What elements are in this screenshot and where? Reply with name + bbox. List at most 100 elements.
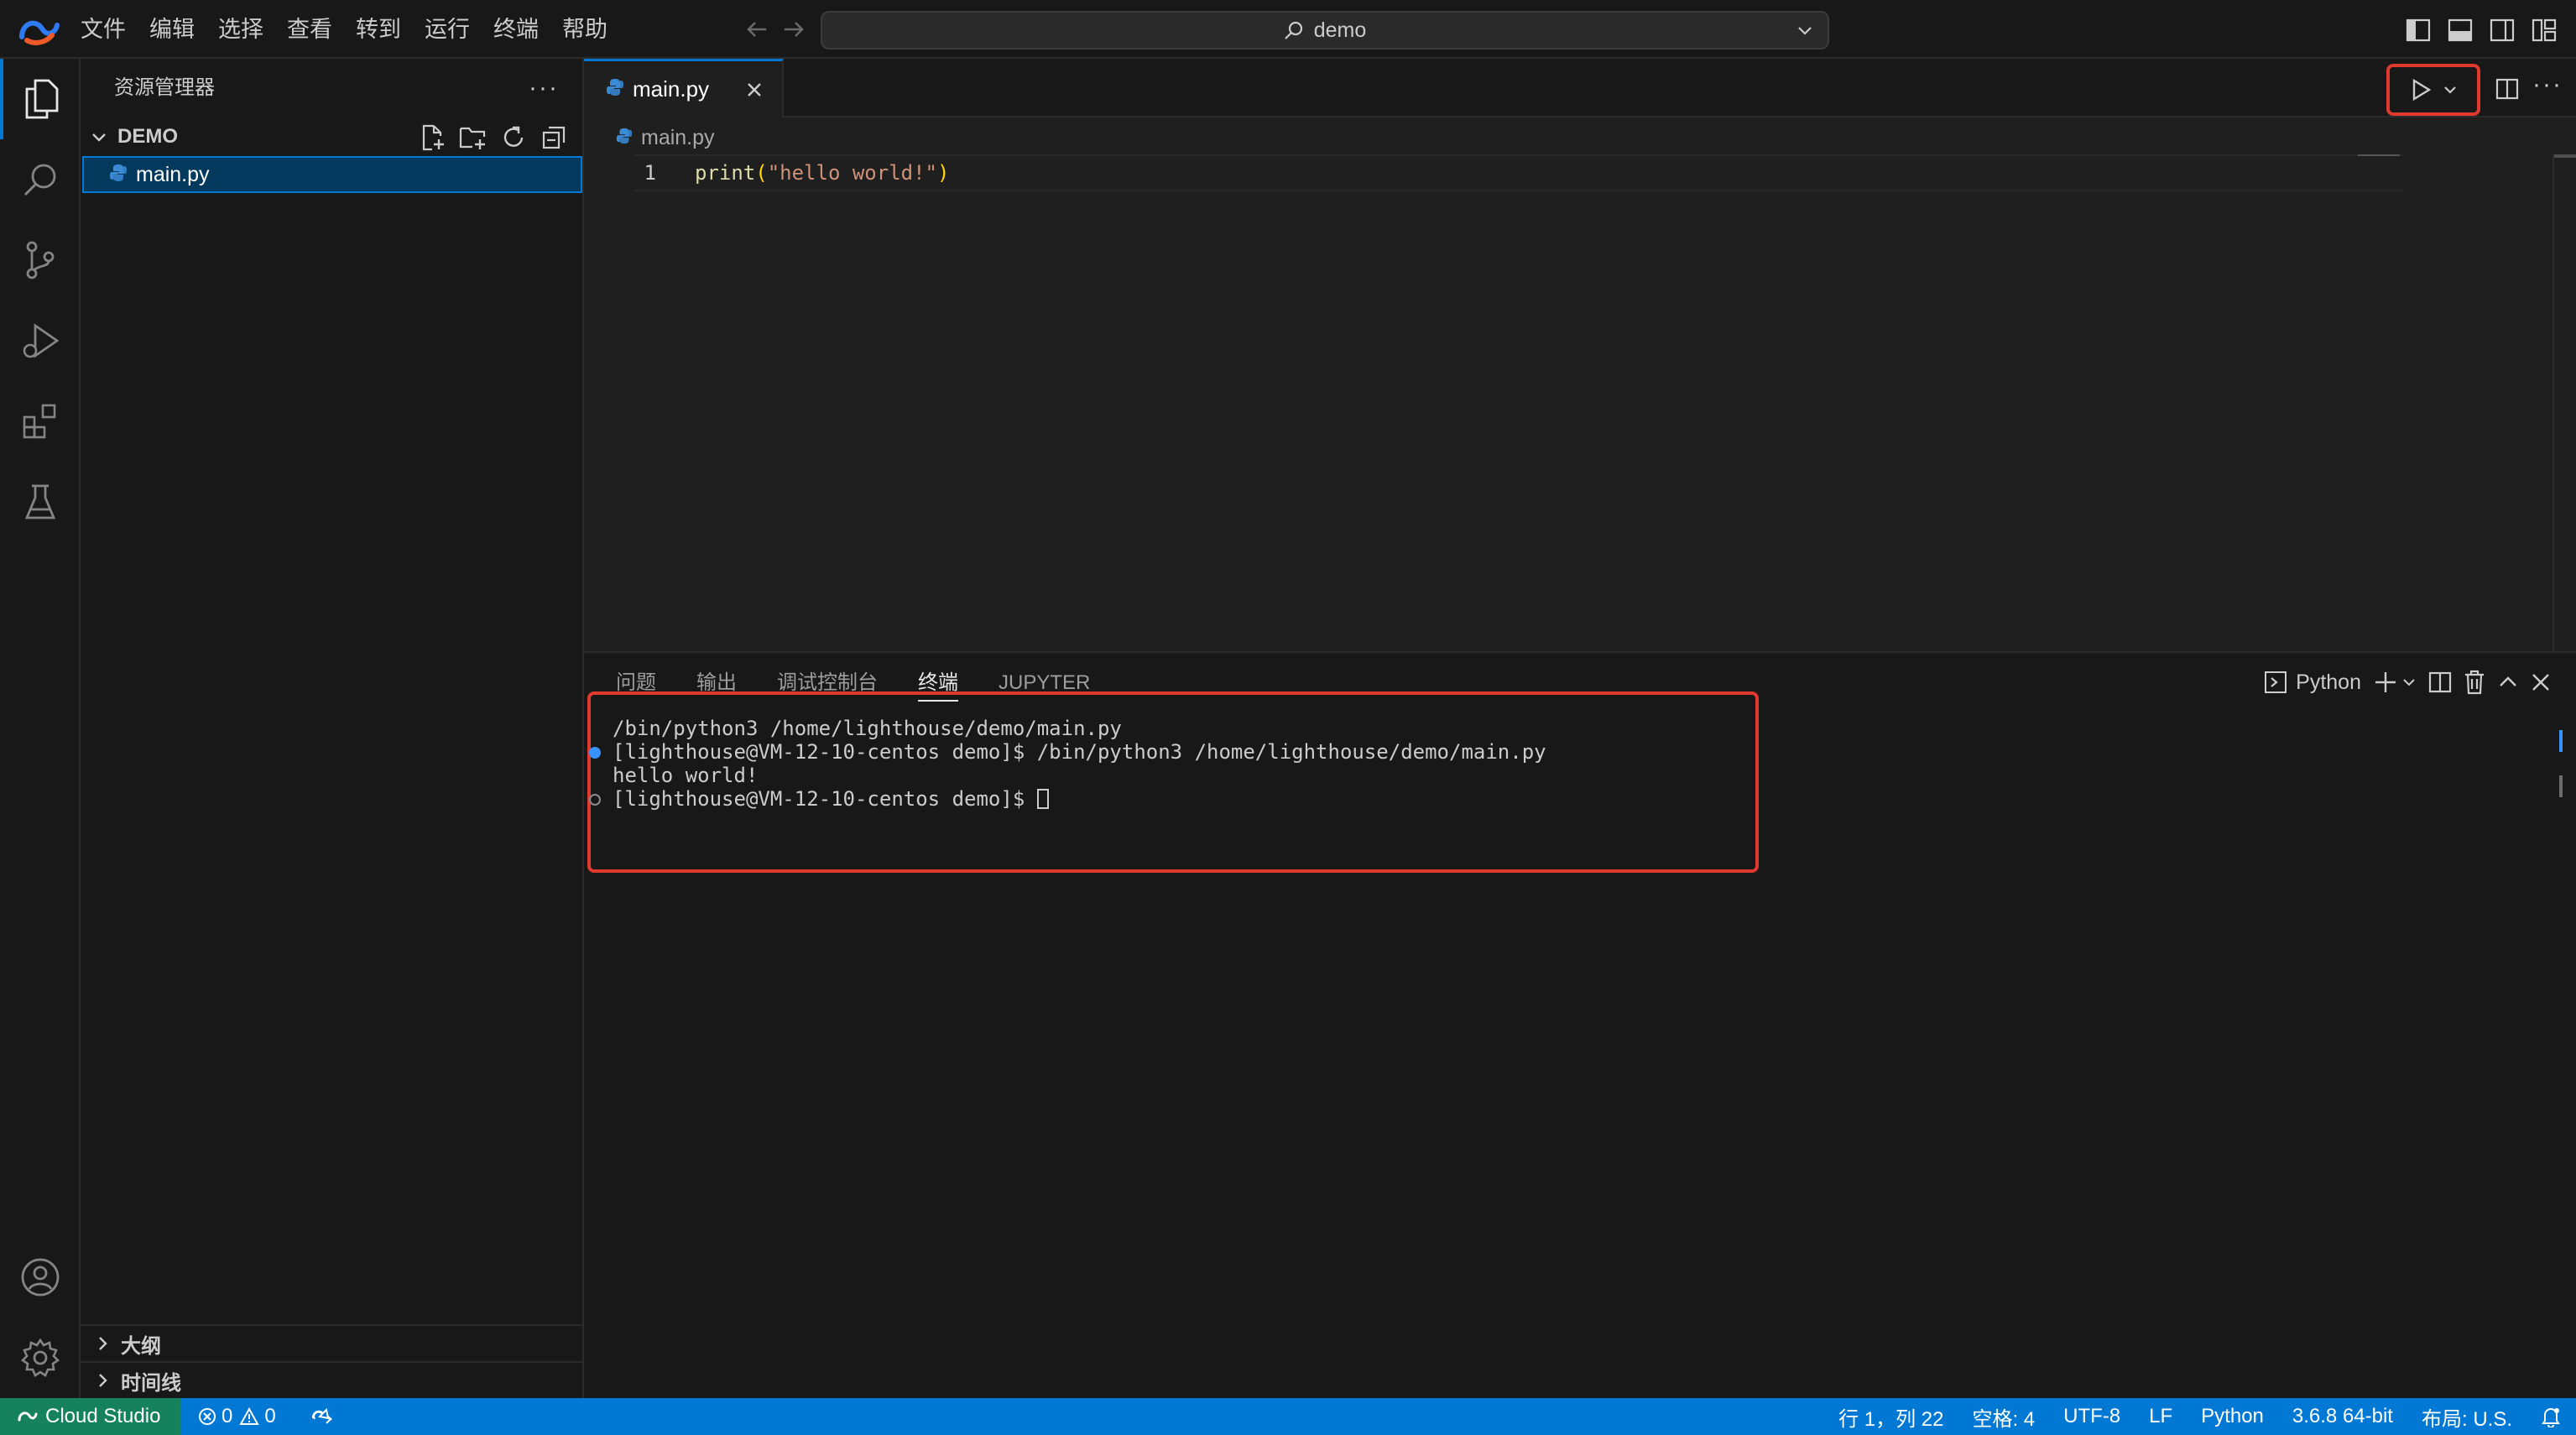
menu-go[interactable]: 转到 [356, 0, 401, 59]
breadcrumb-file[interactable]: main.py [641, 126, 715, 150]
new-file-icon[interactable] [415, 123, 451, 153]
outline-section-label: 大纲 [121, 1334, 161, 1358]
code-token-paren-close: ) [937, 161, 950, 185]
timeline-section-header[interactable]: 时间线 [81, 1361, 584, 1398]
code-token-function: print [695, 161, 756, 185]
line-number: 1 [644, 161, 656, 185]
split-terminal-icon[interactable] [2428, 665, 2452, 699]
explorer-sidebar: 资源管理器 ··· DEMO main.py 大纲 时间线 [81, 59, 584, 1398]
back-arrow-icon[interactable] [738, 12, 775, 47]
menu-help[interactable]: 帮助 [562, 0, 607, 59]
command-pending-decoration-icon[interactable] [589, 794, 601, 806]
forward-arrow-icon[interactable] [775, 12, 812, 47]
split-editor-icon[interactable] [2490, 72, 2524, 106]
title-bar: 文件 编辑 选择 查看 转到 运行 终端 帮助 demo [0, 0, 2576, 59]
eol-status[interactable]: LF [2149, 1405, 2172, 1428]
python-file-icon [606, 78, 624, 101]
terminal-output[interactable]: /bin/python3 /home/lighthouse/demo/main.… [589, 717, 1546, 811]
command-success-decoration-icon[interactable] [589, 747, 601, 759]
panel-actions: Python [2252, 665, 2551, 700]
explorer-icon[interactable] [0, 59, 81, 139]
run-python-file-button[interactable] [2386, 64, 2480, 116]
search-icon[interactable] [0, 139, 81, 220]
toggle-secondary-sidebar-icon[interactable] [2484, 13, 2521, 47]
terminal-scrollbar-marker [2559, 730, 2563, 752]
new-terminal-icon[interactable] [2373, 665, 2417, 699]
run-debug-icon[interactable] [0, 300, 81, 381]
language-mode-status[interactable]: Python [2201, 1405, 2264, 1428]
extensions-icon[interactable] [0, 381, 81, 462]
remote-indicator[interactable]: Cloud Studio [0, 1398, 181, 1435]
terminal-profile-selector[interactable]: Python [2264, 665, 2361, 699]
terminal-scrollbar[interactable] [2559, 775, 2563, 797]
menu-selection[interactable]: 选择 [218, 0, 263, 59]
chevron-down-icon[interactable] [2443, 82, 2458, 97]
port-forward-icon[interactable] [310, 1406, 333, 1427]
file-name-label: main.py [136, 162, 210, 186]
command-center-search[interactable]: demo [821, 11, 1829, 50]
menu-run[interactable]: 运行 [425, 0, 470, 59]
collapse-folders-icon[interactable] [535, 123, 572, 153]
outline-section-header[interactable]: 大纲 [81, 1324, 584, 1361]
source-control-icon[interactable] [0, 220, 81, 300]
encoding-status[interactable]: UTF-8 [2063, 1405, 2120, 1428]
vscode-window: 文件 编辑 选择 查看 转到 运行 终端 帮助 demo 资源管理器 ··· D… [0, 0, 2576, 1435]
accounts-icon[interactable] [0, 1237, 81, 1318]
terminal-line: [lighthouse@VM-12-10-centos demo]$ [589, 787, 1546, 811]
editor-scrollbar[interactable] [2554, 154, 2576, 158]
cloud-studio-logo-icon[interactable] [18, 12, 62, 47]
testing-flask-icon[interactable] [0, 462, 81, 542]
play-icon [2412, 78, 2432, 102]
toggle-primary-sidebar-icon[interactable] [2400, 13, 2437, 47]
code-line[interactable]: print("hello world!") [695, 154, 949, 191]
chevron-right-icon [91, 1371, 114, 1390]
layout-controls [2395, 13, 2563, 47]
maximize-panel-chevron-up-icon[interactable] [2497, 665, 2519, 699]
activity-bar [0, 59, 81, 1398]
chevron-right-icon [91, 1334, 114, 1353]
file-item-main-py[interactable]: main.py [82, 156, 582, 193]
workspace-folder-header[interactable]: DEMO [81, 119, 584, 154]
code-editor[interactable]: 1 print("hello world!") [584, 154, 2576, 651]
indentation-status[interactable]: 空格: 4 [1972, 1402, 2035, 1432]
chevron-down-icon [87, 125, 111, 149]
remote-label: Cloud Studio [45, 1405, 161, 1427]
menu-file[interactable]: 文件 [81, 0, 126, 59]
problems-status[interactable]: 0 0 [198, 1405, 283, 1428]
close-panel-icon[interactable] [2531, 665, 2551, 699]
python-file-icon [109, 164, 128, 186]
cursor-position-status[interactable]: 行 1，列 22 [1838, 1402, 1943, 1432]
refresh-explorer-icon[interactable] [495, 123, 532, 153]
settings-gear-icon[interactable] [0, 1318, 81, 1398]
terminal-line: hello world! [613, 764, 1546, 787]
tab-main-py[interactable]: main.py [584, 59, 784, 117]
python-interpreter-status[interactable]: 3.6.8 64-bit [2292, 1405, 2393, 1428]
tab-label: main.py [633, 76, 710, 102]
kill-terminal-trash-icon[interactable] [2464, 665, 2485, 699]
new-folder-icon[interactable] [455, 123, 492, 153]
close-tab-icon[interactable] [743, 78, 766, 102]
toggle-panel-icon[interactable] [2442, 13, 2479, 47]
terminal-cursor [1036, 789, 1049, 809]
customize-layout-icon[interactable] [2526, 13, 2563, 47]
menu-edit[interactable]: 编辑 [149, 0, 195, 59]
terminal-profile-label: Python [2296, 670, 2361, 694]
chevron-down-icon[interactable] [2401, 675, 2417, 690]
status-bar: Cloud Studio 0 0 行 1，列 22 空格: 4 UTF-8 LF… [0, 1398, 2576, 1435]
warning-icon [239, 1407, 260, 1425]
menu-terminal[interactable]: 终端 [493, 0, 539, 59]
terminal-icon [2265, 671, 2287, 693]
terminal-line-text: hello world! [613, 764, 759, 787]
sidebar-more-actions-button[interactable]: ··· [529, 74, 559, 102]
search-icon [1284, 21, 1302, 39]
editor-scrollbar-track [2553, 154, 2554, 651]
notifications-bell-icon[interactable] [2541, 1406, 2561, 1427]
menu-view[interactable]: 查看 [287, 0, 332, 59]
terminal-line-text: /bin/python3 /home/lighthouse/demo/main.… [613, 717, 1122, 740]
keyboard-layout-status[interactable]: 布局: U.S. [2422, 1402, 2512, 1432]
chevron-down-icon [1798, 27, 1812, 35]
editor-more-actions-button[interactable]: ··· [2532, 70, 2563, 99]
minimap[interactable] [2358, 154, 2400, 156]
workspace-folder-name: DEMO [117, 125, 178, 148]
terminal-line-text: [lighthouse@VM-12-10-centos demo]$ /bin/… [613, 740, 1546, 764]
